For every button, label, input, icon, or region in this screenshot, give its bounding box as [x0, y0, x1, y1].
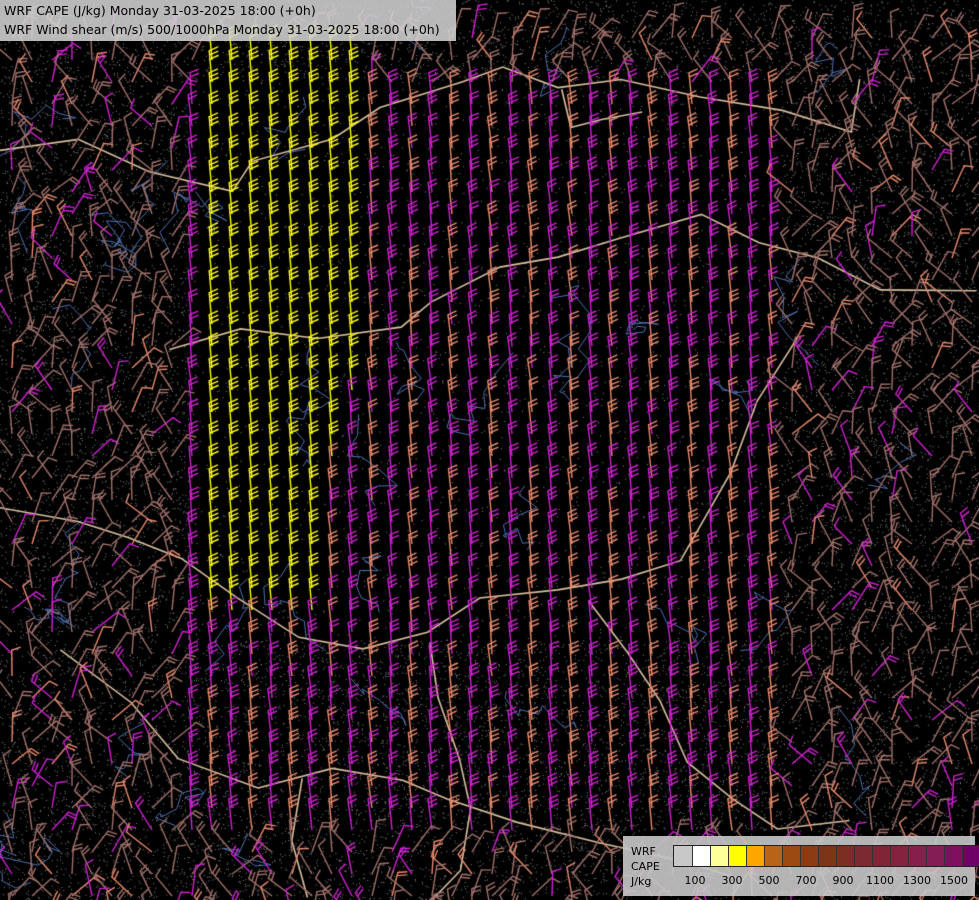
- legend-swatch: [782, 846, 800, 866]
- map-title-box: WRF CAPE (J/kg) Monday 31-03-2025 18:00 …: [0, 0, 456, 41]
- legend-tick-label: 700: [795, 874, 817, 887]
- legend-swatch: [890, 846, 908, 866]
- legend-label-variable: CAPE: [631, 860, 660, 873]
- legend-swatch: [800, 846, 818, 866]
- legend-swatch: [872, 846, 890, 866]
- cape-legend: WRF CAPE J/kg 100 300 500 700 900 1100 1300 150…: [623, 836, 979, 896]
- legend-label-model: WRF: [631, 845, 656, 858]
- legend-swatch: [728, 846, 746, 866]
- legend-swatch: [746, 846, 764, 866]
- legend-tick-label: 1300: [903, 874, 931, 887]
- legend-tick-label: 900: [832, 874, 854, 887]
- legend-swatch: [926, 846, 944, 866]
- legend-swatch: [692, 846, 710, 866]
- legend-tick-label: 1500: [940, 874, 968, 887]
- legend-swatch: [674, 846, 692, 866]
- cape-title: WRF CAPE (J/kg) Monday 31-03-2025 18:00 …: [4, 3, 316, 18]
- legend-title: WRF CAPE J/kg: [631, 844, 660, 889]
- wind-shear-barb-map: [0, 0, 979, 900]
- wind-shear-title: WRF Wind shear (m/s) 500/1000hPa Monday …: [4, 22, 440, 37]
- legend-swatch: [764, 846, 782, 866]
- legend-tick-labels: 100 300 500 700 900 1100 1300 1500: [673, 874, 973, 888]
- legend-swatch: [836, 846, 854, 866]
- legend-swatch: [962, 846, 979, 866]
- legend-color-scale: [673, 845, 979, 867]
- legend-swatch: [854, 846, 872, 866]
- legend-swatch: [818, 846, 836, 866]
- legend-label-unit: J/kg: [631, 875, 652, 888]
- legend-tick-label: 500: [758, 874, 780, 887]
- legend-swatch: [944, 846, 962, 866]
- legend-tick-label: 300: [721, 874, 743, 887]
- legend-swatch: [710, 846, 728, 866]
- legend-swatch: [908, 846, 926, 866]
- legend-tick-label: 1100: [866, 874, 894, 887]
- legend-tick-label: 100: [684, 874, 706, 887]
